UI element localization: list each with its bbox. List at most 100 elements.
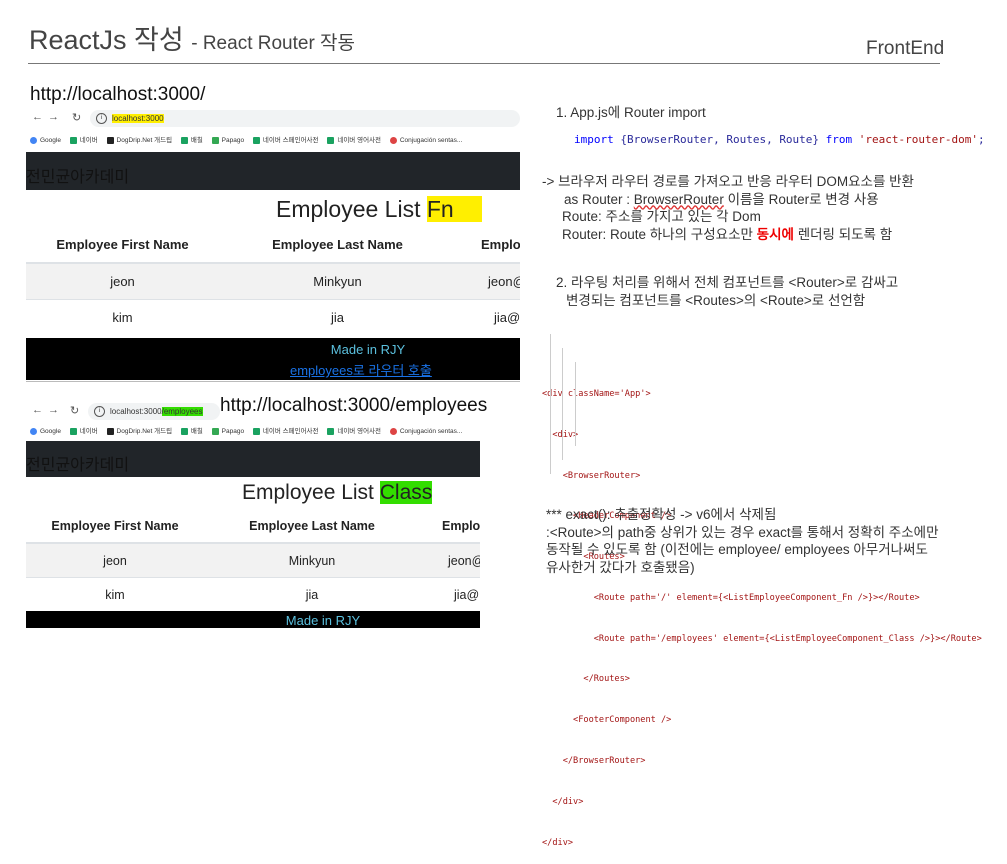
bookmark-item[interactable]: 배칠 <box>180 425 203 435</box>
back-icon[interactable]: ← <box>32 111 43 123</box>
google-icon <box>30 136 37 144</box>
title-subtitle: - React Router 작동 <box>191 33 356 54</box>
column-header: Employee First Name <box>26 226 219 264</box>
employee-table: Employee First Name Employee Last Name E… <box>26 226 520 334</box>
table-row: jeon Minkyun jeon@ <box>26 542 480 578</box>
table-cell: jia <box>204 577 420 607</box>
slide-title: ReactJs 작성 - React Router 작동 <box>29 18 355 57</box>
code-line: <div> <box>542 429 579 440</box>
url-label-root: http://localhost:3000/ <box>30 84 206 105</box>
code-line: <Route path='/employees' element={<ListE… <box>542 633 982 644</box>
info-icon: i <box>94 406 105 418</box>
indent-guide <box>562 348 563 460</box>
google-icon <box>30 427 37 435</box>
table-header-row: Employee First Name Employee Last Name E… <box>26 509 480 544</box>
table-cell: kim <box>26 577 204 607</box>
table-cell: jeon <box>26 542 204 578</box>
dogdrip-icon <box>106 136 114 144</box>
code-line: </BrowserRouter> <box>542 756 646 766</box>
browser-nav-bar: ← → ↻ i localhost:3000/employees <box>30 402 220 422</box>
naver-icon <box>252 136 260 144</box>
address-path: /employees <box>161 407 203 416</box>
address-host: localhost:3000 <box>110 407 162 416</box>
bookmark-item[interactable]: DogDrip.Net 개드립 <box>106 134 172 144</box>
dogdrip-icon <box>106 427 114 435</box>
code-line: <FooterComponent /> <box>542 715 672 726</box>
papago-icon <box>211 427 219 435</box>
indent-guide <box>575 362 576 446</box>
employee-table-wrap: Employee First Name Employee Last Name E… <box>26 509 480 607</box>
code-line: <BrowserRouter> <box>542 470 641 481</box>
bookmark-item[interactable]: Google <box>30 427 61 435</box>
employee-table: Employee First Name Employee Last Name E… <box>26 509 480 607</box>
naver-icon <box>69 427 77 435</box>
bookmark-item[interactable]: Google <box>30 136 61 144</box>
table-cell: kim <box>26 299 219 334</box>
forward-icon[interactable]: → <box>48 404 59 416</box>
explain-line: -> 브라우저 라우터 경로를 가져오고 반응 라우터 DOM요소를 반환 <box>542 174 914 189</box>
reload-icon[interactable]: ↻ <box>70 404 79 417</box>
employees-route-link[interactable]: employees로 라우터 호출 <box>290 360 432 379</box>
bookmark-item[interactable]: Conjugación sentas... <box>389 427 462 435</box>
explain-line: as Router : BrowserRouter 이름을 Router로 변경… <box>564 191 879 207</box>
table-cell: jeon@ <box>420 542 480 578</box>
conjugacion-icon <box>389 136 397 144</box>
code-line: </div> <box>542 796 584 807</box>
import-code-line: import {BrowserRouter, Routes, Route} fr… <box>574 133 985 146</box>
table-cell: jeon@ <box>456 262 520 300</box>
bookmark-item[interactable]: Papago <box>211 136 244 144</box>
router-explanation: -> 브라우저 라우터 경로를 가져오고 반응 라우터 DOM요소를 반환 as… <box>542 173 914 243</box>
table-cell: jia@ <box>456 299 520 334</box>
explain-line: Router: Route 하나의 구성요소만 동시에 렌더링 되도록 함 <box>562 226 893 242</box>
back-icon[interactable]: ← <box>32 404 43 416</box>
table-cell: jia <box>219 299 456 334</box>
naver-icon <box>327 136 335 144</box>
table-cell: jeon <box>26 262 219 300</box>
bookmark-icon <box>180 427 188 435</box>
app-footer: Made in RJY <box>26 611 480 628</box>
info-icon: i <box>96 113 107 125</box>
app-brand[interactable]: 전민균아카데미 <box>26 163 129 187</box>
bookmark-icon <box>180 136 188 144</box>
address-bar[interactable]: i localhost:3000 <box>90 110 520 127</box>
code-line: </div> <box>542 837 574 848</box>
app-navbar: 전민균아카데미 <box>26 441 480 477</box>
bookmark-item[interactable]: DogDrip.Net 개드립 <box>106 425 172 435</box>
column-header: Employee Last Name <box>219 226 456 264</box>
papago-icon <box>211 136 219 144</box>
employee-table-wrap: Employee First Name Employee Last Name E… <box>26 226 520 334</box>
naver-icon <box>327 427 335 435</box>
table-row: kim jia jia@ <box>26 577 480 607</box>
title-suffix-highlight: Fn <box>426 196 482 222</box>
code-line: <Route path='/' element={<ListEmployeeCo… <box>542 592 920 603</box>
screen-divider <box>26 381 520 382</box>
table-cell: Minkyun <box>204 542 420 578</box>
step-1-heading: 1. App.js에 Router import <box>556 105 706 120</box>
address-bar[interactable]: i localhost:3000/employees <box>88 403 220 420</box>
reload-icon[interactable]: ↻ <box>72 111 81 124</box>
bookmark-item[interactable]: 네이버 영어사전 <box>327 134 381 144</box>
naver-icon <box>69 136 77 144</box>
naver-icon <box>252 427 260 435</box>
footer-text: Made in RJY <box>330 342 406 357</box>
table-row: jeon Minkyun jeon@ <box>26 262 520 300</box>
bookmark-item[interactable]: Conjugación sentas... <box>389 136 462 144</box>
footer-text: Made in RJY <box>285 613 361 628</box>
app-brand[interactable]: 전민균아카데미 <box>26 451 129 475</box>
column-header: Emplo <box>420 509 480 544</box>
bookmark-item[interactable]: 네이버 영어사전 <box>327 425 381 435</box>
bookmark-item[interactable]: 배칠 <box>180 134 203 144</box>
exact-note: *** exact(): 추출정확성 -> v6에서 삭제됨 :<Route>의… <box>546 507 939 575</box>
url-label-employees: http://localhost:3000/employees <box>220 395 488 416</box>
bookmark-item[interactable]: 네이버 스페인어사전 <box>252 425 319 435</box>
column-header: Employee First Name <box>26 509 204 544</box>
bookmark-item[interactable]: 네이버 <box>69 134 98 144</box>
browser-nav-bar: ← → ↻ i localhost:3000 <box>26 109 520 129</box>
address-text: localhost:3000 <box>112 114 164 123</box>
bookmark-item[interactable]: 네이버 <box>69 425 98 435</box>
bookmark-item[interactable]: 네이버 스페인어사전 <box>252 134 319 144</box>
forward-icon[interactable]: → <box>48 111 59 123</box>
bookmark-item[interactable]: Papago <box>211 427 244 435</box>
title-main: ReactJs 작성 <box>29 25 184 55</box>
bookmarks-bar: Google 네이버 DogDrip.Net 개드립 배칠 Papago 네이버… <box>30 425 480 439</box>
